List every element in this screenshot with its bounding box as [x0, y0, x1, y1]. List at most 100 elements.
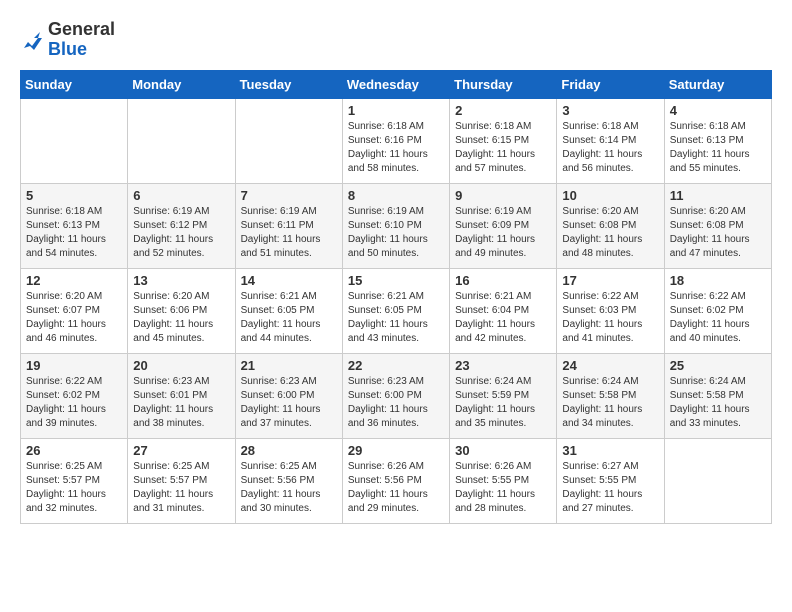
- weekday-header-wednesday: Wednesday: [342, 70, 449, 98]
- day-info: Sunrise: 6:23 AMSunset: 6:00 PMDaylight:…: [241, 375, 337, 431]
- day-number: 27: [133, 443, 229, 458]
- day-info: Sunrise: 6:18 AMSunset: 6:16 PMDaylight:…: [348, 120, 444, 176]
- calendar-cell: 24 Sunrise: 6:24 AMSunset: 5:58 PMDayligh…: [557, 353, 664, 438]
- day-number: 25: [670, 358, 766, 373]
- day-info: Sunrise: 6:27 AMSunset: 5:55 PMDaylight:…: [562, 460, 658, 516]
- day-number: 1: [348, 103, 444, 118]
- day-number: 30: [455, 443, 551, 458]
- day-info: Sunrise: 6:23 AMSunset: 6:00 PMDaylight:…: [348, 375, 444, 431]
- weekday-header-saturday: Saturday: [664, 70, 771, 98]
- day-number: 14: [241, 273, 337, 288]
- day-info: Sunrise: 6:20 AMSunset: 6:08 PMDaylight:…: [562, 205, 658, 261]
- day-number: 28: [241, 443, 337, 458]
- day-number: 11: [670, 188, 766, 203]
- day-info: Sunrise: 6:24 AMSunset: 5:58 PMDaylight:…: [562, 375, 658, 431]
- day-info: Sunrise: 6:25 AMSunset: 5:56 PMDaylight:…: [241, 460, 337, 516]
- day-number: 4: [670, 103, 766, 118]
- day-info: Sunrise: 6:20 AMSunset: 6:07 PMDaylight:…: [26, 290, 122, 346]
- day-info: Sunrise: 6:26 AMSunset: 5:55 PMDaylight:…: [455, 460, 551, 516]
- logo-bird-icon: [20, 28, 44, 52]
- day-info: Sunrise: 6:21 AMSunset: 6:05 PMDaylight:…: [241, 290, 337, 346]
- day-info: Sunrise: 6:22 AMSunset: 6:03 PMDaylight:…: [562, 290, 658, 346]
- day-number: 26: [26, 443, 122, 458]
- weekday-header-monday: Monday: [128, 70, 235, 98]
- day-info: Sunrise: 6:21 AMSunset: 6:05 PMDaylight:…: [348, 290, 444, 346]
- day-info: Sunrise: 6:24 AMSunset: 5:58 PMDaylight:…: [670, 375, 766, 431]
- calendar-cell: 14 Sunrise: 6:21 AMSunset: 6:05 PMDayligh…: [235, 268, 342, 353]
- day-info: Sunrise: 6:22 AMSunset: 6:02 PMDaylight:…: [670, 290, 766, 346]
- weekday-header-thursday: Thursday: [450, 70, 557, 98]
- day-number: 20: [133, 358, 229, 373]
- day-number: 24: [562, 358, 658, 373]
- calendar-cell: 3 Sunrise: 6:18 AMSunset: 6:14 PMDaylight…: [557, 98, 664, 183]
- day-number: 3: [562, 103, 658, 118]
- day-info: Sunrise: 6:18 AMSunset: 6:13 PMDaylight:…: [26, 205, 122, 261]
- day-info: Sunrise: 6:22 AMSunset: 6:02 PMDaylight:…: [26, 375, 122, 431]
- logo-blue: Blue: [48, 40, 87, 60]
- day-number: 12: [26, 273, 122, 288]
- weekday-header-row: SundayMondayTuesdayWednesdayThursdayFrid…: [21, 70, 772, 98]
- week-row-5: 26 Sunrise: 6:25 AMSunset: 5:57 PMDayligh…: [21, 438, 772, 523]
- calendar-cell: [21, 98, 128, 183]
- day-info: Sunrise: 6:21 AMSunset: 6:04 PMDaylight:…: [455, 290, 551, 346]
- day-number: 21: [241, 358, 337, 373]
- weekday-header-tuesday: Tuesday: [235, 70, 342, 98]
- day-info: Sunrise: 6:20 AMSunset: 6:06 PMDaylight:…: [133, 290, 229, 346]
- day-info: Sunrise: 6:19 AMSunset: 6:10 PMDaylight:…: [348, 205, 444, 261]
- day-number: 10: [562, 188, 658, 203]
- day-number: 6: [133, 188, 229, 203]
- calendar-cell: 4 Sunrise: 6:18 AMSunset: 6:13 PMDaylight…: [664, 98, 771, 183]
- calendar-cell: 9Sunrise: 6:19 AMSunset: 6:09 PMDaylight…: [450, 183, 557, 268]
- calendar-cell: [128, 98, 235, 183]
- day-number: 15: [348, 273, 444, 288]
- calendar-cell: 10 Sunrise: 6:20 AMSunset: 6:08 PMDayligh…: [557, 183, 664, 268]
- calendar-cell: 18 Sunrise: 6:22 AMSunset: 6:02 PMDayligh…: [664, 268, 771, 353]
- header: GeneralBlue: [20, 20, 772, 60]
- week-row-2: 5 Sunrise: 6:18 AMSunset: 6:13 PMDaylight…: [21, 183, 772, 268]
- day-info: Sunrise: 6:25 AMSunset: 5:57 PMDaylight:…: [26, 460, 122, 516]
- weekday-header-sunday: Sunday: [21, 70, 128, 98]
- calendar-cell: 13 Sunrise: 6:20 AMSunset: 6:06 PMDayligh…: [128, 268, 235, 353]
- day-number: 5: [26, 188, 122, 203]
- calendar-cell: 1 Sunrise: 6:18 AMSunset: 6:16 PMDaylight…: [342, 98, 449, 183]
- calendar-cell: 12 Sunrise: 6:20 AMSunset: 6:07 PMDayligh…: [21, 268, 128, 353]
- day-info: Sunrise: 6:19 AMSunset: 6:09 PMDaylight:…: [455, 205, 551, 261]
- logo: GeneralBlue: [20, 20, 115, 60]
- day-number: 17: [562, 273, 658, 288]
- day-info: Sunrise: 6:19 AMSunset: 6:11 PMDaylight:…: [241, 205, 337, 261]
- calendar-cell: 19Sunrise: 6:22 AMSunset: 6:02 PMDayligh…: [21, 353, 128, 438]
- calendar-cell: 2 Sunrise: 6:18 AMSunset: 6:15 PMDaylight…: [450, 98, 557, 183]
- day-number: 13: [133, 273, 229, 288]
- day-number: 18: [670, 273, 766, 288]
- day-number: 29: [348, 443, 444, 458]
- day-info: Sunrise: 6:18 AMSunset: 6:14 PMDaylight:…: [562, 120, 658, 176]
- day-info: Sunrise: 6:18 AMSunset: 6:13 PMDaylight:…: [670, 120, 766, 176]
- calendar-cell: 26 Sunrise: 6:25 AMSunset: 5:57 PMDayligh…: [21, 438, 128, 523]
- calendar-cell: 17 Sunrise: 6:22 AMSunset: 6:03 PMDayligh…: [557, 268, 664, 353]
- day-number: 23: [455, 358, 551, 373]
- calendar-cell: 16Sunrise: 6:21 AMSunset: 6:04 PMDayligh…: [450, 268, 557, 353]
- day-info: Sunrise: 6:23 AMSunset: 6:01 PMDaylight:…: [133, 375, 229, 431]
- logo-general: General: [48, 20, 115, 40]
- day-number: 22: [348, 358, 444, 373]
- calendar-cell: [235, 98, 342, 183]
- calendar-cell: [664, 438, 771, 523]
- calendar-cell: 5 Sunrise: 6:18 AMSunset: 6:13 PMDaylight…: [21, 183, 128, 268]
- day-number: 2: [455, 103, 551, 118]
- day-info: Sunrise: 6:18 AMSunset: 6:15 PMDaylight:…: [455, 120, 551, 176]
- day-number: 31: [562, 443, 658, 458]
- calendar-cell: 25 Sunrise: 6:24 AMSunset: 5:58 PMDayligh…: [664, 353, 771, 438]
- calendar-cell: 31 Sunrise: 6:27 AMSunset: 5:55 PMDayligh…: [557, 438, 664, 523]
- day-info: Sunrise: 6:20 AMSunset: 6:08 PMDaylight:…: [670, 205, 766, 261]
- day-info: Sunrise: 6:24 AMSunset: 5:59 PMDaylight:…: [455, 375, 551, 431]
- day-info: Sunrise: 6:25 AMSunset: 5:57 PMDaylight:…: [133, 460, 229, 516]
- calendar: SundayMondayTuesdayWednesdayThursdayFrid…: [20, 70, 772, 524]
- weekday-header-friday: Friday: [557, 70, 664, 98]
- day-info: Sunrise: 6:26 AMSunset: 5:56 PMDaylight:…: [348, 460, 444, 516]
- calendar-cell: 8Sunrise: 6:19 AMSunset: 6:10 PMDaylight…: [342, 183, 449, 268]
- calendar-cell: 6Sunrise: 6:19 AMSunset: 6:12 PMDaylight…: [128, 183, 235, 268]
- calendar-cell: 29 Sunrise: 6:26 AMSunset: 5:56 PMDayligh…: [342, 438, 449, 523]
- calendar-cell: 22 Sunrise: 6:23 AMSunset: 6:00 PMDayligh…: [342, 353, 449, 438]
- calendar-cell: 28 Sunrise: 6:25 AMSunset: 5:56 PMDayligh…: [235, 438, 342, 523]
- week-row-3: 12 Sunrise: 6:20 AMSunset: 6:07 PMDayligh…: [21, 268, 772, 353]
